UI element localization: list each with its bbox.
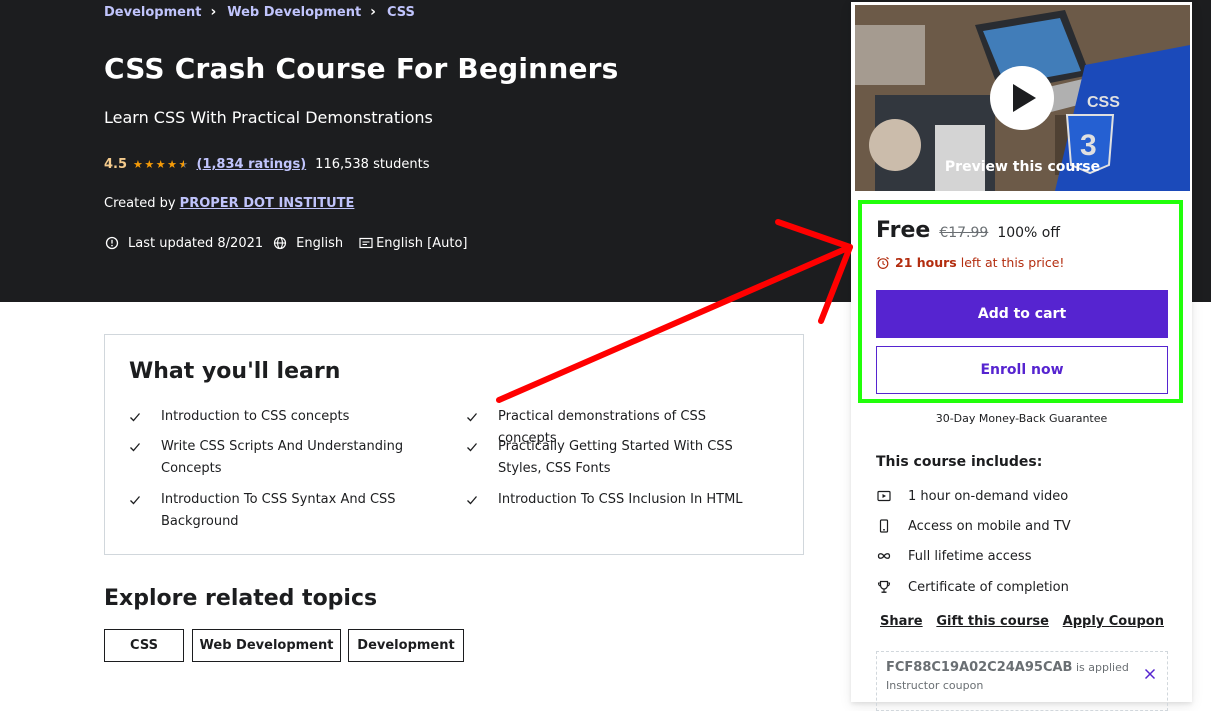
course-title: CSS Crash Course For Beginners [104, 52, 619, 85]
highlight-box [858, 200, 1183, 403]
include-item-label: Certificate of completion [908, 579, 1069, 595]
card-links: Share Gift this course Apply Coupon [876, 614, 1168, 629]
include-item: Certificate of completion [876, 579, 1069, 595]
topic-pill-css[interactable]: CSS [104, 629, 184, 662]
learn-item: Introduction to CSS concepts [129, 406, 429, 428]
check-icon [467, 496, 477, 505]
learn-item-text: Introduction To CSS Inclusion In HTML [498, 492, 743, 507]
topic-pill-development[interactable]: Development [348, 629, 464, 662]
breadcrumb-development[interactable]: Development [104, 5, 201, 20]
course-subtitle: Learn CSS With Practical Demonstrations [104, 108, 433, 127]
trophy-icon [876, 579, 892, 595]
includes-title: This course includes: [876, 454, 1043, 470]
check-icon [467, 413, 477, 422]
applied-coupon: FCF88C19A02C24A95CAB is applied Instruct… [876, 651, 1168, 711]
topic-pill-web-development[interactable]: Web Development [192, 629, 341, 662]
explore-topics-title: Explore related topics [104, 586, 378, 611]
coupon-code: FCF88C19A02C24A95CAB [886, 660, 1073, 675]
last-updated: Last updated 8/2021 [128, 235, 264, 251]
check-icon [130, 413, 140, 422]
include-item: Access on mobile and TV [876, 518, 1071, 534]
breadcrumb: Development › Web Development › CSS [104, 4, 415, 20]
course-preview[interactable]: CSS 3 Preview this course [855, 5, 1190, 191]
instructor-link[interactable]: PROPER DOT INSTITUTE [180, 196, 355, 211]
close-icon[interactable] [1144, 668, 1156, 680]
course-meta: Last updated 8/2021 English English [Aut… [104, 235, 468, 251]
gift-course-link[interactable]: Gift this course [936, 614, 1049, 629]
breadcrumb-web-development[interactable]: Web Development [227, 5, 361, 20]
chevron-right-icon: › [370, 4, 376, 20]
breadcrumb-css[interactable]: CSS [387, 5, 415, 20]
captions-icon [359, 235, 375, 251]
created-by: Created by PROPER DOT INSTITUTE [104, 196, 354, 211]
apply-coupon-link[interactable]: Apply Coupon [1063, 614, 1164, 629]
what-you-learn-section: What you'll learn Introduction to CSS co… [104, 334, 804, 555]
learn-item: Practically Getting Started With CSS Sty… [466, 436, 766, 480]
learn-item: Introduction To CSS Syntax And CSS Backg… [129, 489, 429, 533]
students-count: 116,538 students [315, 157, 430, 172]
rating-row: 4.5 ★★★★★★ (1,834 ratings) 116,538 stude… [104, 157, 430, 172]
globe-icon [272, 235, 288, 251]
mobile-icon [876, 518, 892, 534]
check-icon [130, 496, 140, 505]
check-icon [467, 443, 477, 452]
coupon-applied-text: is applied [1075, 661, 1129, 674]
rating-value: 4.5 [104, 157, 128, 172]
learn-item-text: Write CSS Scripts And Understanding Conc… [161, 439, 404, 476]
preview-course-label: Preview this course [944, 159, 1101, 175]
learn-item: Write CSS Scripts And Understanding Conc… [129, 436, 429, 480]
chevron-right-icon: › [210, 4, 217, 20]
created-by-label: Created by [104, 196, 176, 211]
include-item-label: 1 hour on-demand video [908, 488, 1069, 504]
coupon-note: Instructor coupon [886, 679, 984, 692]
include-item-label: Full lifetime access [908, 548, 1032, 564]
check-icon [130, 443, 140, 452]
star-rating-icon: ★★★★★★ [133, 158, 188, 171]
share-link[interactable]: Share [880, 614, 923, 629]
alert-clock-icon [104, 235, 120, 251]
learn-item-text: Introduction to CSS concepts [161, 409, 350, 424]
course-language: English [296, 235, 344, 251]
infinity-icon [876, 548, 892, 564]
include-item-label: Access on mobile and TV [908, 518, 1071, 534]
course-captions: English [Auto] [376, 235, 468, 251]
learn-title: What you'll learn [129, 359, 341, 384]
learn-item: Introduction To CSS Inclusion In HTML [466, 489, 766, 511]
include-item: Full lifetime access [876, 548, 1031, 564]
include-item: 1 hour on-demand video [876, 488, 1068, 504]
video-icon [876, 488, 892, 504]
money-back-guarantee: 30-Day Money-Back Guarantee [935, 412, 1108, 425]
ratings-count-link[interactable]: (1,834 ratings) [196, 157, 306, 172]
learn-item-text: Introduction To CSS Syntax And CSS Backg… [161, 492, 396, 529]
learn-item-text: Practically Getting Started With CSS Sty… [498, 439, 733, 476]
